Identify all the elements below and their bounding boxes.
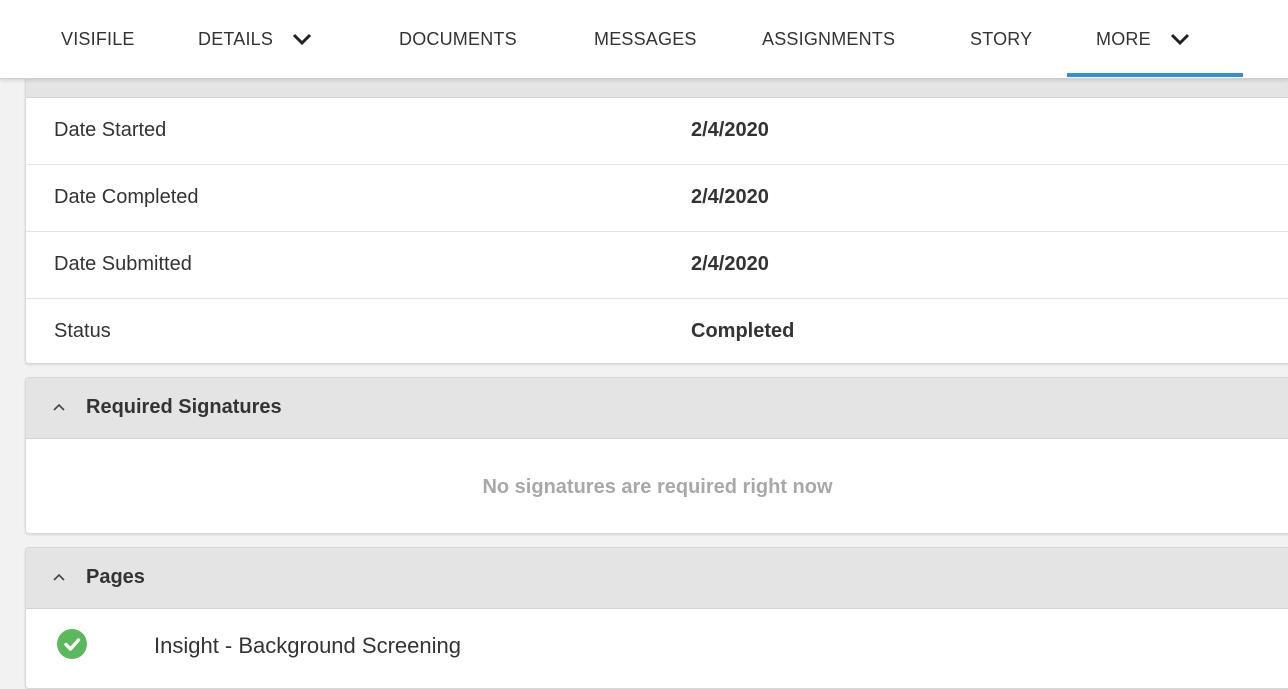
detail-row-date-submitted: Date Submitted 2/4/2020 — [26, 232, 1288, 299]
tab-assignments[interactable]: ASSIGNMENTS — [762, 0, 895, 78]
tab-messages[interactable]: MESSAGES — [594, 0, 697, 78]
page-background — [0, 78, 24, 668]
detail-row-status: Status Completed — [26, 299, 1288, 363]
empty-state-message: No signatures are required right now — [482, 476, 833, 498]
tab-label: STORY — [970, 28, 1033, 49]
tab-label: DETAILS — [198, 28, 274, 49]
panel-title: Required Signatures — [86, 396, 282, 418]
detail-value: Completed — [691, 320, 795, 342]
detail-row-date-started: Date Started 2/4/2020 — [26, 98, 1288, 165]
details-panel: Date Started 2/4/2020 Date Completed 2/4… — [25, 60, 1288, 364]
detail-row-date-completed: Date Completed 2/4/2020 — [26, 165, 1288, 232]
tab-visifile[interactable]: VISIFILE — [61, 0, 135, 78]
active-tab-indicator — [1067, 73, 1243, 77]
required-signatures-panel: Required Signatures No signatures are re… — [25, 377, 1288, 534]
tab-label: DOCUMENTS — [399, 28, 517, 49]
detail-label: Date Submitted — [54, 253, 192, 275]
pages-header[interactable]: Pages — [26, 548, 1288, 609]
chevron-up-icon[interactable] — [52, 570, 66, 584]
detail-value: 2/4/2020 — [691, 186, 769, 208]
tab-bar: VISIFILE DETAILS DOCUMENTS MESSAGES ASSI… — [0, 0, 1288, 79]
tab-label: MORE — [1096, 28, 1151, 49]
page-item-label[interactable]: Insight - Background Screening — [154, 633, 461, 659]
tab-label: MESSAGES — [594, 28, 697, 49]
chevron-down-icon[interactable] — [291, 32, 313, 46]
required-signatures-header[interactable]: Required Signatures — [26, 378, 1288, 439]
detail-label: Date Started — [54, 119, 167, 141]
chevron-up-icon[interactable] — [52, 400, 66, 414]
detail-value: 2/4/2020 — [691, 119, 769, 141]
detail-value: 2/4/2020 — [691, 253, 769, 275]
tab-details[interactable]: DETAILS — [198, 0, 313, 78]
panel-title: Pages — [86, 566, 145, 588]
detail-label: Date Completed — [54, 186, 199, 208]
tab-story[interactable]: STORY — [970, 0, 1032, 78]
tab-label: VISIFILE — [61, 28, 135, 49]
chevron-down-icon[interactable] — [1169, 32, 1191, 46]
list-item[interactable]: Insight - Background Screening — [26, 609, 1288, 669]
tab-more[interactable]: MORE — [1096, 0, 1191, 78]
check-circle-icon — [57, 629, 87, 659]
tab-label: ASSIGNMENTS — [762, 28, 896, 49]
detail-label: Status — [54, 320, 111, 342]
tab-documents[interactable]: DOCUMENTS — [399, 0, 517, 78]
